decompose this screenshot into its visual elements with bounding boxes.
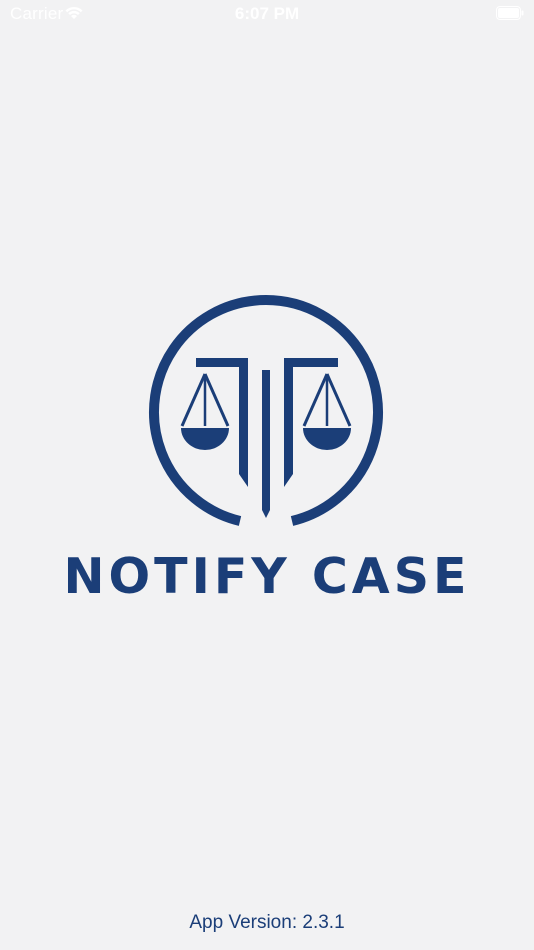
- status-bar: Carrier 6:07 PM: [0, 0, 534, 30]
- app-version-label: App Version: 2.3.1: [189, 912, 345, 933]
- status-time: 6:07 PM: [234, 4, 300, 23]
- battery-icon: [496, 6, 524, 20]
- brand-name: NOTIFY CASE: [63, 548, 471, 605]
